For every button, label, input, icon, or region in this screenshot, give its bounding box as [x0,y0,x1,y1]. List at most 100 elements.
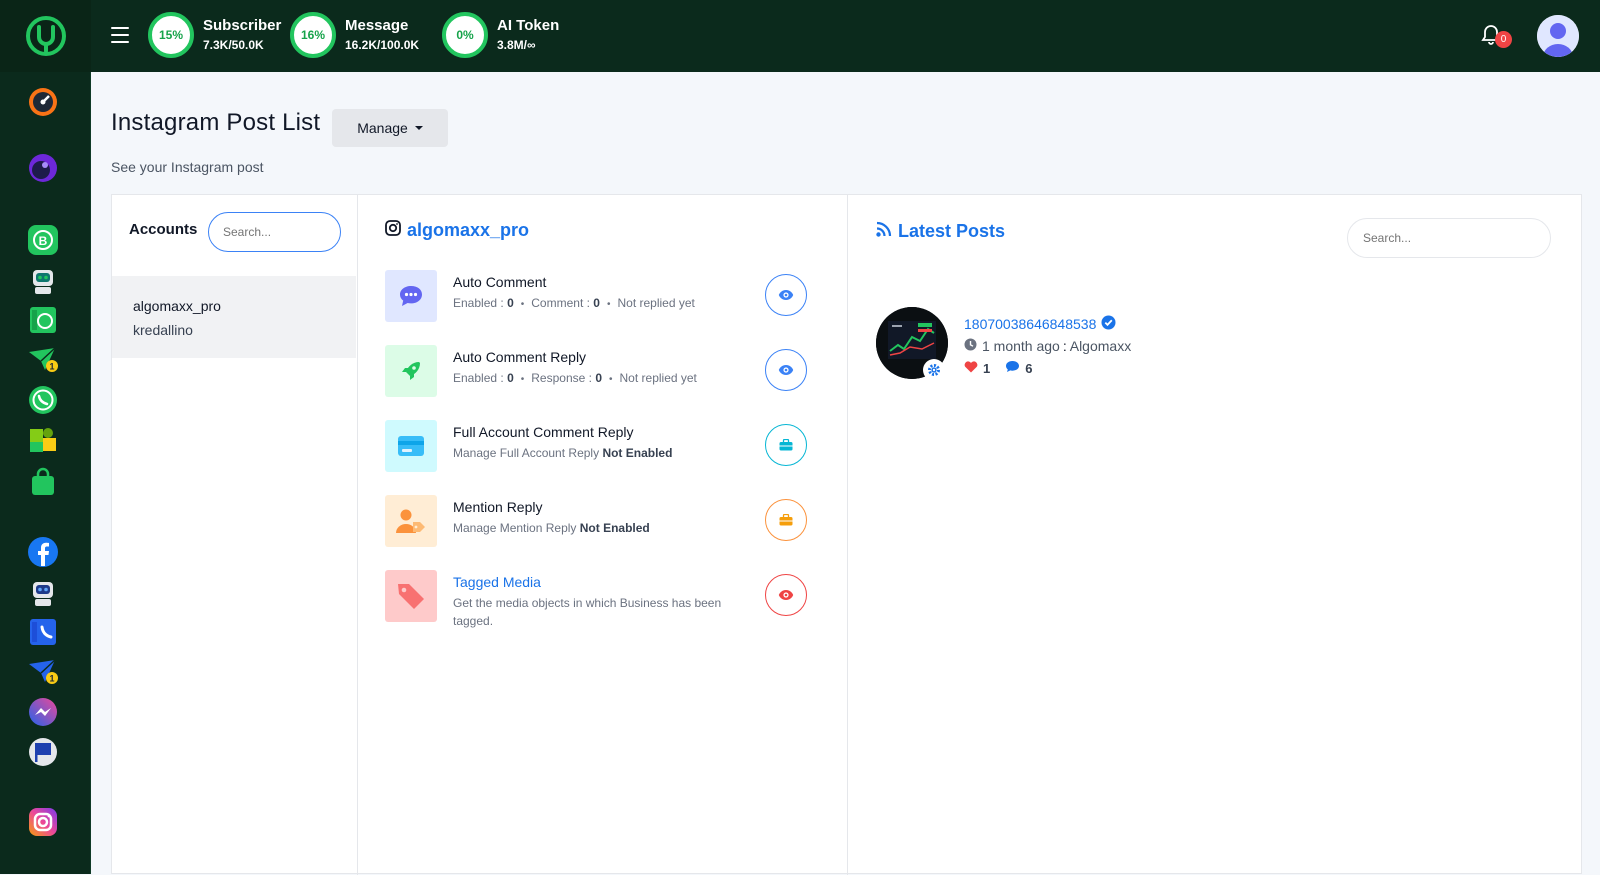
account-name: algomaxx_pro [133,298,221,314]
briefcase-icon [779,439,793,451]
chatbot-icon[interactable] [27,264,59,296]
stat-label: AI Token [497,17,560,34]
feature-subtitle: Get the media objects in which Business … [453,596,722,628]
manage-dropdown-button[interactable]: Manage [332,109,448,147]
chat-bubble-icon [385,270,437,322]
instagram-icon[interactable] [27,806,59,838]
eye-icon [778,290,794,300]
auto-comment-feature: Auto Comment Enabled : 0 • Comment : 0 • Not… [385,270,825,324]
latest-posts-title: Latest Posts [898,221,1006,241]
puzzle-icon[interactable] [27,424,59,456]
page-title: Instagram Post List [111,109,321,136]
shopping-bag-icon[interactable] [27,466,59,498]
full-account-comment-reply-feature: Full Account Comment Reply Manage Full A… [385,420,825,474]
instagram-outline-icon [385,220,401,241]
stat-value: 7.3K/50.0K [203,38,264,52]
stat-value: 3.8M/∞ [497,38,536,52]
flag-icon[interactable] [27,736,59,768]
feature-subtitle: Manage Mention Reply Not Enabled [453,521,650,535]
latest-posts-header: Latest Posts [876,221,1005,242]
manage-briefcase-button[interactable] [765,424,807,466]
accounts-label: Accounts [129,221,198,238]
message-progress-ring: 16% [290,12,336,58]
post-id-link[interactable]: 18070038646848538 [964,315,1116,333]
topbar: 15% Subscriber 7.3K/50.0K 16% Message 16… [91,0,1600,72]
clock-icon [964,338,977,354]
feature-subtitle: Manage Full Account Reply Not Enabled [453,446,673,460]
column-divider [847,195,848,875]
briefcase-icon [779,514,793,526]
account-panel-header: algomaxx_pro [385,220,529,241]
manage-briefcase-button[interactable] [765,499,807,541]
user-tag-icon [385,495,437,547]
campaign-icon[interactable]: 1 [27,656,59,688]
ai-token-progress-ring: 0% [442,12,488,58]
subscriber-progress-ring: 15% [148,12,194,58]
dashboard-gauge-icon[interactable] [27,86,59,118]
like-count: 1 [983,360,991,376]
eye-icon [778,590,794,600]
sidebar: B 1 1 [0,0,91,874]
rocket-icon [385,345,437,397]
mention-reply-feature: Mention Reply Manage Mention Reply Not E… [385,495,825,549]
ai-orb-icon[interactable] [27,152,59,184]
post-list-card: Accounts algomaxx_pro kredallino algomax… [111,194,1582,875]
user-avatar[interactable] [1537,15,1579,57]
rss-icon [876,221,892,242]
feature-title: Mention Reply [453,499,543,515]
stat-value: 16.2K/100.0K [345,38,420,52]
post-meta: 1 month ago : Algomaxx [964,338,1131,354]
caret-down-icon [414,126,423,130]
whatsapp-icon[interactable] [27,384,59,416]
bot-icon[interactable] [27,576,59,608]
broadcast-icon[interactable]: 1 [27,344,59,376]
account-username: kredallino [133,322,193,338]
comment-count: 6 [1025,360,1033,376]
account-list-item[interactable]: algomaxx_pro kredallino [112,276,356,358]
view-eye-button[interactable] [765,274,807,316]
manage-label: Manage [357,120,408,136]
feature-title: Auto Comment Reply [453,349,587,365]
messenger-icon[interactable] [27,696,59,728]
menu-toggle-icon[interactable] [111,27,129,43]
verified-badge-icon [1101,315,1116,333]
account-handle: algomaxx_pro [407,220,530,240]
post-author: Algomaxx [1069,338,1132,354]
tags-icon [385,570,437,622]
feature-title: Auto Comment [453,274,547,290]
ai-token-stat: 0% AI Token 3.8M/∞ [442,12,559,58]
post-time: 1 month ago [982,338,1060,354]
tagged-media-feature: Tagged Media Get the media objects in wh… [385,570,825,628]
column-divider [357,195,358,875]
tagged-media-link[interactable]: Tagged Media [453,574,541,590]
logo-icon[interactable] [0,0,91,72]
whatsapp-business-icon[interactable]: B [27,224,59,256]
feature-title: Full Account Comment Reply [453,424,634,440]
gear-icon[interactable] [923,359,945,381]
svg-text:1: 1 [49,674,54,684]
page-subtitle: See your Instagram post [111,159,264,175]
subscriber-stat: 15% Subscriber 7.3K/50.0K [148,12,281,58]
credit-card-icon [385,420,437,472]
post-item: 18070038646848538 1 month ago : Algomaxx… [876,307,1276,383]
comment-icon [1005,360,1020,376]
view-eye-button[interactable] [765,574,807,616]
view-eye-button[interactable] [765,349,807,391]
contacts-icon[interactable] [27,616,59,648]
eye-icon [778,365,794,375]
auto-comment-reply-feature: Auto Comment Reply Enabled : 0 • Response … [385,345,825,399]
post-stats: 1 6 [964,360,1032,376]
facebook-icon[interactable] [27,536,59,568]
posts-search-input[interactable] [1347,218,1551,258]
heart-icon [964,360,978,376]
feature-subtitle: Enabled : 0 • Comment : 0 • Not replied yet [453,296,695,310]
accounts-search-input[interactable] [208,212,341,252]
stat-label: Message [345,17,409,34]
message-stat: 16% Message 16.2K/100.0K [290,12,419,58]
notification-count-badge: 0 [1495,31,1512,48]
svg-text:1: 1 [49,362,54,372]
svg-text:B: B [39,234,48,248]
stat-label: Subscriber [203,17,282,34]
feature-subtitle: Enabled : 0 • Response : 0 • Not replied yet [453,371,697,385]
ecommerce-whatsapp-icon[interactable] [27,304,59,336]
